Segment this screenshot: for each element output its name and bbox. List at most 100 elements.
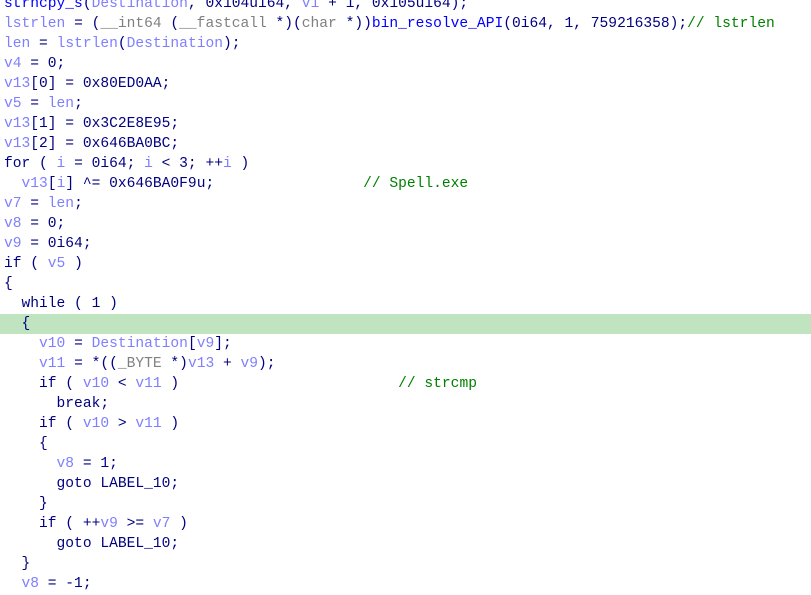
code-token: } xyxy=(4,496,48,512)
variable-token[interactable]: v9 xyxy=(100,516,118,532)
variable-token[interactable]: v5 xyxy=(4,96,22,112)
code-line[interactable]: v13[i] ^= 0x646BA0F9u; // Spell.exe xyxy=(4,174,811,194)
code-token: = ( xyxy=(65,16,101,32)
code-token: = xyxy=(21,96,48,112)
code-token: ) xyxy=(161,416,180,432)
code-token: = *(( xyxy=(65,356,118,372)
variable-token[interactable]: v10 xyxy=(83,376,109,392)
function-token[interactable]: bin_resolve_API xyxy=(372,16,503,32)
code-line[interactable]: v13[1] = 0x3C2E8E95; xyxy=(4,114,811,134)
code-line[interactable]: v11 = *((_BYTE *)v13 + v9); xyxy=(4,354,811,374)
variable-token[interactable]: v13 xyxy=(22,176,48,192)
code-line[interactable]: break; xyxy=(4,394,811,414)
code-token: ( xyxy=(117,36,127,52)
variable-token[interactable]: v7 xyxy=(4,196,22,212)
function-token[interactable]: strncpy_s xyxy=(4,0,83,12)
code-token: [2] = 0x646BA0BC; xyxy=(30,136,180,152)
code-line[interactable]: len = lstrlen(Destination); xyxy=(4,34,811,54)
variable-token[interactable]: v8 xyxy=(4,216,22,232)
code-line[interactable]: v10 = Destination[v9]; xyxy=(4,334,811,354)
pseudocode-view[interactable]: strncpy_s(Destination, 0x104ui64, v1 + 1… xyxy=(0,0,811,594)
code-line[interactable]: v8 = 1; xyxy=(4,454,811,474)
code-line[interactable]: if ( v5 ) xyxy=(4,254,811,274)
comment-token: // lstrlen xyxy=(687,16,775,32)
variable-token[interactable]: v11 xyxy=(135,416,161,432)
code-token: *)( xyxy=(266,16,302,32)
code-line[interactable]: v5 = len; xyxy=(4,94,811,114)
code-line[interactable]: strncpy_s(Destination, 0x104ui64, v1 + 1… xyxy=(4,0,811,14)
variable-token[interactable]: v7 xyxy=(153,516,171,532)
variable-token[interactable]: v13 xyxy=(4,136,30,152)
code-line-current[interactable]: { xyxy=(0,314,811,334)
variable-token[interactable]: v5 xyxy=(48,256,66,272)
variable-token[interactable]: Destination xyxy=(92,336,188,352)
code-line[interactable]: if ( v10 > v11 ) xyxy=(4,414,811,434)
type-token: __int64 xyxy=(100,16,162,32)
variable-token[interactable]: Destination xyxy=(92,0,188,12)
variable-token[interactable]: lstrlen xyxy=(57,36,118,52)
code-line[interactable]: v13[0] = 0x80ED0AA; xyxy=(4,74,811,94)
code-line[interactable]: while ( 1 ) xyxy=(4,294,811,314)
code-line[interactable]: if ( ++v9 >= v7 ) xyxy=(4,514,811,534)
code-token: [0] = 0x80ED0AA; xyxy=(30,76,171,92)
code-line[interactable]: v7 = len; xyxy=(4,194,811,214)
code-line[interactable]: } xyxy=(4,554,811,574)
type-token: _BYTE xyxy=(117,356,162,372)
code-token: = xyxy=(21,196,48,212)
variable-token[interactable]: i xyxy=(57,176,66,192)
code-line[interactable]: goto LABEL_10; xyxy=(4,474,811,494)
code-token: ) xyxy=(65,256,83,272)
variable-token[interactable]: v13 xyxy=(4,116,30,132)
code-line[interactable]: v8 = -1; xyxy=(4,574,811,594)
variable-token[interactable]: v11 xyxy=(135,376,161,392)
code-line[interactable]: v8 = 0; xyxy=(4,214,811,234)
variable-token[interactable]: v13 xyxy=(4,76,30,92)
code-token: if ( xyxy=(4,376,83,392)
code-token: *)) xyxy=(336,16,372,32)
code-line[interactable]: v9 = 0i64; xyxy=(4,234,811,254)
variable-token[interactable]: v9 xyxy=(4,236,22,252)
code-token: = 0; xyxy=(21,56,66,72)
code-line[interactable]: v4 = 0; xyxy=(4,54,811,74)
comment-token: // strcmp xyxy=(398,376,477,392)
code-token: < xyxy=(109,376,136,392)
code-line[interactable]: v13[2] = 0x646BA0BC; xyxy=(4,134,811,154)
variable-token[interactable]: v1 xyxy=(302,0,320,12)
code-token: ); xyxy=(222,36,241,52)
code-token: = 0i64; xyxy=(65,156,145,172)
variable-token[interactable]: len xyxy=(48,196,74,212)
variable-token[interactable]: lstrlen xyxy=(4,16,65,32)
code-line[interactable]: for ( i = 0i64; i < 3; ++i ) xyxy=(4,154,811,174)
variable-token[interactable]: v11 xyxy=(39,356,65,372)
code-token: = 1; xyxy=(74,456,118,472)
variable-token[interactable]: v8 xyxy=(57,456,75,472)
code-line[interactable]: { xyxy=(4,274,811,294)
code-line[interactable]: if ( v10 < v11 ) // strcmp xyxy=(4,374,811,394)
code-token: ]; xyxy=(214,336,232,352)
variable-token[interactable]: v8 xyxy=(22,576,40,592)
variable-token[interactable]: i xyxy=(223,156,232,172)
variable-token[interactable]: v10 xyxy=(39,336,65,352)
variable-token[interactable]: v9 xyxy=(197,336,215,352)
code-token: goto LABEL_10; xyxy=(4,536,180,552)
variable-token[interactable]: Destination xyxy=(127,36,223,52)
code-line[interactable]: lstrlen = (__int64 (__fastcall *)(char *… xyxy=(4,14,811,34)
variable-token[interactable]: v9 xyxy=(241,356,259,372)
code-token: = xyxy=(30,36,57,52)
code-token: > xyxy=(109,416,136,432)
code-token: goto LABEL_10; xyxy=(4,476,180,492)
variable-token[interactable]: len xyxy=(48,96,74,112)
variable-token[interactable]: v10 xyxy=(83,416,109,432)
variable-token[interactable]: v13 xyxy=(188,356,214,372)
code-line[interactable]: { xyxy=(4,434,811,454)
variable-token[interactable]: i xyxy=(144,156,153,172)
variable-token[interactable]: len xyxy=(4,36,30,52)
code-token: = 0i64; xyxy=(21,236,92,252)
code-token: = 0; xyxy=(21,216,66,232)
comment-token: // Spell.exe xyxy=(363,176,469,192)
variable-token[interactable]: i xyxy=(57,156,66,172)
code-line[interactable]: } xyxy=(4,494,811,514)
variable-token[interactable]: v4 xyxy=(4,56,22,72)
code-line[interactable]: goto LABEL_10; xyxy=(4,534,811,554)
